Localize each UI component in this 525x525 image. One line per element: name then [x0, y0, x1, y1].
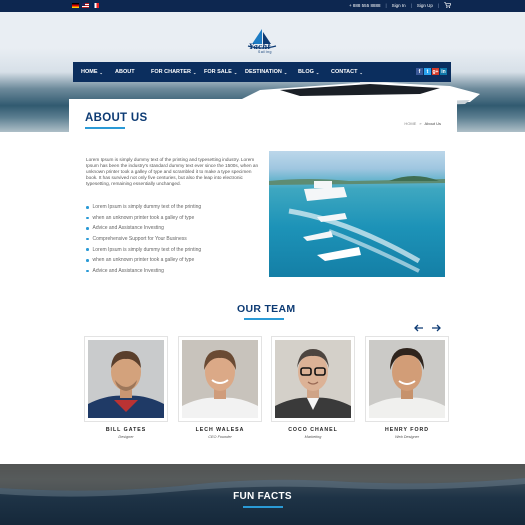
fun-facts-title: FUN FACTS — [233, 491, 292, 502]
bullet-icon — [86, 216, 89, 220]
flag-usa-icon[interactable] — [82, 3, 89, 8]
team-card-henry-ford[interactable] — [365, 336, 449, 422]
fun-facts-section: FUN FACTS — [0, 464, 525, 525]
separator: | — [410, 2, 412, 8]
nav-item-label: HOME — [81, 69, 98, 75]
sign-up-link[interactable]: Sign Up — [417, 3, 433, 8]
bullet-icon — [86, 237, 89, 241]
team-card-bill-gates[interactable] — [84, 336, 168, 422]
boats-illustration — [269, 176, 445, 273]
member-name: COCO CHANEL — [288, 427, 338, 433]
list-item-text: Lorem Ipsum is simply dummy text of the … — [92, 204, 202, 211]
nav-item-home[interactable]: HOME ⌄ — [81, 69, 103, 75]
nav-item-label: BLOG — [298, 69, 314, 75]
bullet-icon — [86, 269, 89, 273]
portrait-image — [275, 340, 351, 418]
member-role: CEO Founder — [208, 435, 232, 439]
list-item: Advice and Assistance Investing — [86, 223, 201, 234]
page-title: ABOUT US — [85, 112, 148, 124]
list-item-text: Comprehensive Support for Your Business — [92, 236, 187, 243]
list-item-text: Lorem Ipsum is simply dummy text of the … — [92, 246, 202, 253]
list-item: Lorem Ipsum is simply dummy text of the … — [86, 244, 201, 255]
nav-item-label: CONTACT — [331, 69, 358, 75]
language-flags — [72, 3, 99, 8]
page-header: ABOUT US HOME » About Us — [69, 99, 457, 133]
nav-item-for-sale[interactable]: FOR SALE ⌄ — [204, 69, 237, 75]
member-name: LECH WALESA — [195, 427, 245, 433]
breadcrumb: HOME » About Us — [404, 121, 441, 126]
top-bar: + 888 555 8888 | Sign In | Sign Up | — [0, 0, 525, 12]
google-plus-icon[interactable]: g+ — [432, 68, 439, 75]
phone-number: + 888 555 8888 — [349, 2, 381, 8]
about-paragraph: Lorem Ipsum is simply dummy text of the … — [86, 157, 259, 186]
nav-item-about[interactable]: ABOUT — [115, 69, 135, 75]
arrow-left-icon — [414, 324, 423, 331]
member-name: BILL GATES — [105, 427, 147, 433]
portrait-image — [182, 340, 258, 418]
bullet-icon — [86, 227, 89, 230]
nav-item-label: FOR SALE — [204, 69, 232, 75]
flag-france-icon[interactable] — [92, 3, 99, 8]
bullet-icon — [86, 206, 89, 209]
list-item: Comprehensive Support for Your Business — [86, 234, 201, 245]
facebook-icon[interactable]: f — [416, 68, 423, 75]
list-item: when an unknown printer took a galley of… — [86, 213, 201, 224]
linkedin-icon[interactable]: in — [440, 68, 447, 75]
breadcrumb-home-link[interactable]: HOME — [404, 121, 416, 126]
flag-germany-icon[interactable] — [72, 3, 79, 8]
boats-on-sea-image — [269, 151, 445, 277]
separator: | — [385, 2, 387, 8]
list-item: when an unknown printer took a galley of… — [86, 255, 201, 266]
bullet-icon — [86, 248, 89, 251]
list-item: Advice and Assistance Investing — [86, 266, 201, 277]
title-underline — [85, 127, 125, 129]
separator: | — [437, 2, 439, 8]
main-navigation: HOME ⌄ ABOUT FOR CHARTER ⌄ FOR SALE ⌄ DE… — [73, 62, 451, 82]
next-arrow-button[interactable] — [431, 323, 441, 332]
list-item-text: Advice and Assistance Investing — [92, 225, 164, 232]
team-card-lech-walesa[interactable] — [178, 336, 262, 422]
chevron-down-icon: ⌄ — [233, 69, 238, 75]
list-item-text: when an unknown printer took a galley of… — [92, 257, 195, 264]
member-role: Web Designer — [395, 435, 419, 439]
member-role: Marketing — [304, 435, 322, 439]
nav-item-label: ABOUT — [115, 69, 135, 75]
chevron-down-icon: ⌄ — [283, 69, 288, 75]
bullet-icon — [86, 259, 89, 262]
previous-arrow-button[interactable] — [414, 323, 424, 332]
portrait-image — [88, 340, 164, 418]
chevron-down-icon: ⌄ — [99, 69, 103, 75]
member-name: HENRY FORD — [384, 427, 429, 433]
list-item: Lorem Ipsum is simply dummy text of the … — [86, 202, 201, 213]
list-item-text: Advice and Assistance Investing — [92, 267, 164, 274]
member-role: Designer — [118, 435, 134, 439]
twitter-icon[interactable]: t — [424, 68, 431, 75]
team-card-coco-chanel[interactable] — [271, 336, 355, 422]
list-item-text: when an unknown printer took a galley of… — [92, 214, 195, 221]
chevron-down-icon: ⌄ — [359, 69, 363, 75]
breadcrumb-current: About Us — [424, 121, 441, 126]
chevron-down-icon: ⌄ — [315, 69, 320, 75]
chevron-down-icon: ⌄ — [193, 69, 197, 75]
nav-item-label: FOR CHARTER — [151, 69, 192, 75]
nav-item-contact[interactable]: CONTACT ⌄ — [331, 69, 363, 75]
cart-icon[interactable] — [444, 2, 451, 8]
sign-in-link[interactable]: Sign In — [392, 3, 406, 8]
top-bar-links: + 888 555 8888 | Sign In | Sign Up | — [349, 2, 451, 8]
arrow-right-icon — [432, 324, 441, 331]
team-title-underline — [244, 318, 284, 320]
our-team-title: OUR TEAM — [237, 303, 296, 315]
portrait-image — [369, 340, 445, 418]
breadcrumb-separator: » — [419, 121, 422, 126]
nav-item-destination[interactable]: DESTINATION ⌄ — [245, 69, 287, 75]
about-bullet-list: Lorem Ipsum is simply dummy text of the … — [86, 202, 201, 276]
nav-item-label: DESTINATION — [245, 69, 282, 75]
nav-item-blog[interactable]: BLOG ⌄ — [298, 69, 319, 75]
nav-item-for-charter[interactable]: FOR CHARTER ⌄ — [151, 69, 196, 75]
fun-facts-underline — [243, 506, 283, 508]
logo-subtext: Sailing — [258, 50, 273, 54]
social-links: f t g+ in — [416, 68, 447, 75]
